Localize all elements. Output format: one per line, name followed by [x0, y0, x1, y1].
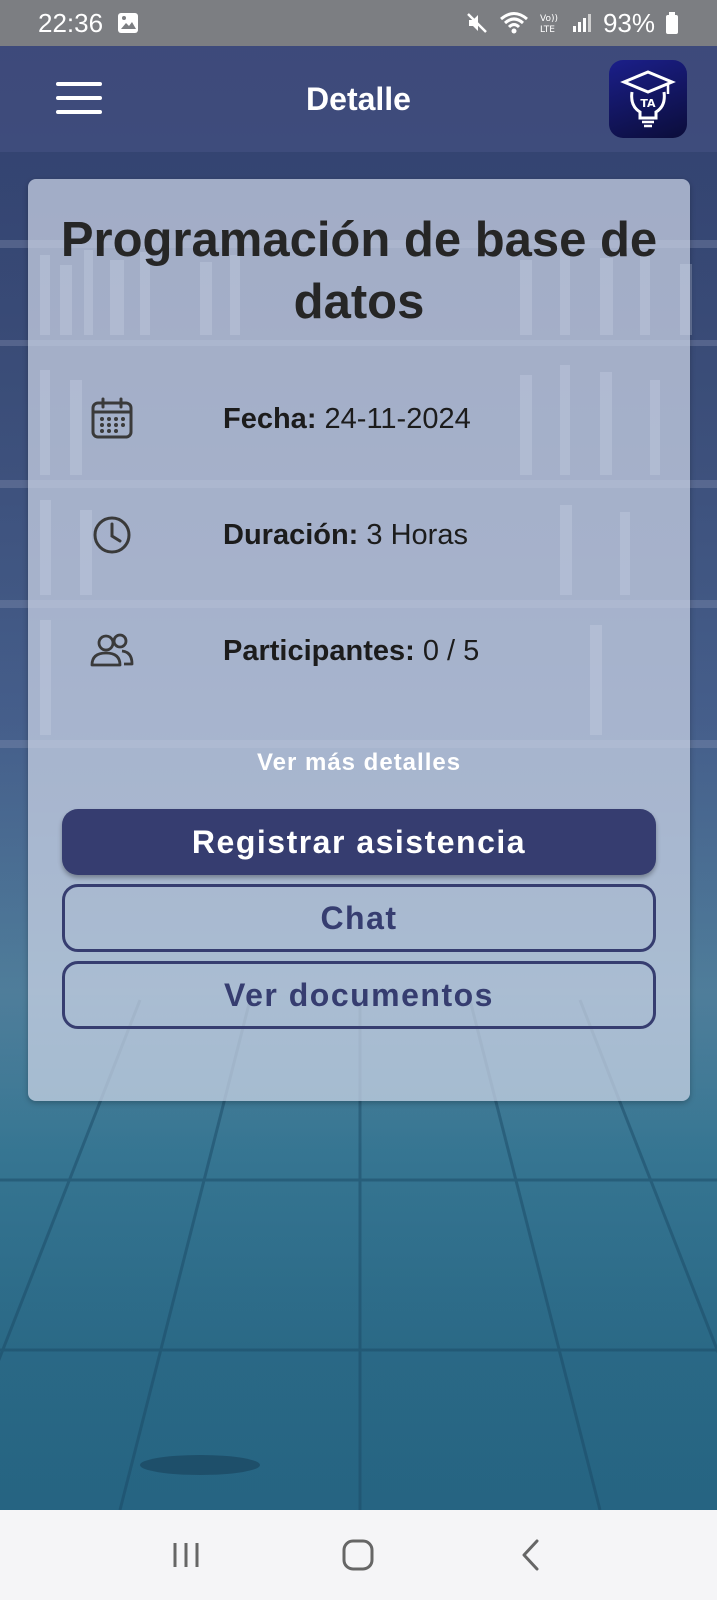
app-bar: Detalle TA [0, 46, 717, 152]
home-icon[interactable] [328, 1525, 388, 1585]
svg-text:LTE: LTE [540, 25, 555, 35]
participants-row: Participantes: 0 / 5 [88, 621, 648, 681]
logo-text: TA [640, 97, 656, 110]
calendar-icon [88, 395, 136, 443]
participants-value: 0 / 5 [414, 634, 480, 667]
date-label: Fecha: [223, 402, 317, 435]
participants-label: Participantes: [223, 634, 415, 667]
wifi-icon [499, 11, 529, 35]
signal-icon [571, 12, 593, 34]
status-bar: 22:36 Vo)) LTE 93% [0, 0, 717, 46]
battery-icon [665, 11, 679, 35]
duration-label: Duración: [223, 518, 359, 551]
volte-icon: Vo)) LTE [539, 11, 561, 35]
battery-percent: 93% [602, 7, 655, 38]
page-title: Detalle [306, 80, 411, 117]
hamburger-menu-icon[interactable] [56, 82, 102, 114]
back-icon[interactable] [501, 1525, 561, 1585]
more-details-link[interactable]: Ver más detalles [28, 749, 690, 777]
graduation-bulb-icon: TA [620, 70, 676, 128]
participants-text: Participantes: 0 / 5 [223, 635, 479, 668]
session-detail-card: Programación de base de datos Fecha: 24-… [28, 179, 690, 1101]
svg-text:Vo)): Vo)) [540, 14, 558, 24]
app-logo[interactable]: TA [609, 60, 687, 138]
duration-row: Duración: 3 Horas [88, 505, 648, 565]
status-time: 22:36 [38, 7, 104, 38]
date-row: Fecha: 24-11-2024 [88, 389, 648, 449]
register-attendance-button[interactable]: Registrar asistencia [62, 809, 656, 875]
chat-button[interactable]: Chat [62, 884, 656, 952]
clock-icon [88, 511, 136, 559]
documents-button[interactable]: Ver documentos [62, 961, 656, 1029]
mute-icon [465, 11, 489, 35]
date-value: 24-11-2024 [316, 402, 471, 435]
date-text: Fecha: 24-11-2024 [223, 403, 471, 436]
recents-icon[interactable] [156, 1525, 216, 1585]
session-title: Programación de base de datos [60, 213, 658, 329]
duration-value: 3 Horas [358, 518, 468, 551]
gallery-icon [117, 12, 139, 34]
duration-text: Duración: 3 Horas [223, 519, 468, 552]
participants-icon [88, 627, 136, 675]
system-nav-bar [0, 1510, 717, 1600]
